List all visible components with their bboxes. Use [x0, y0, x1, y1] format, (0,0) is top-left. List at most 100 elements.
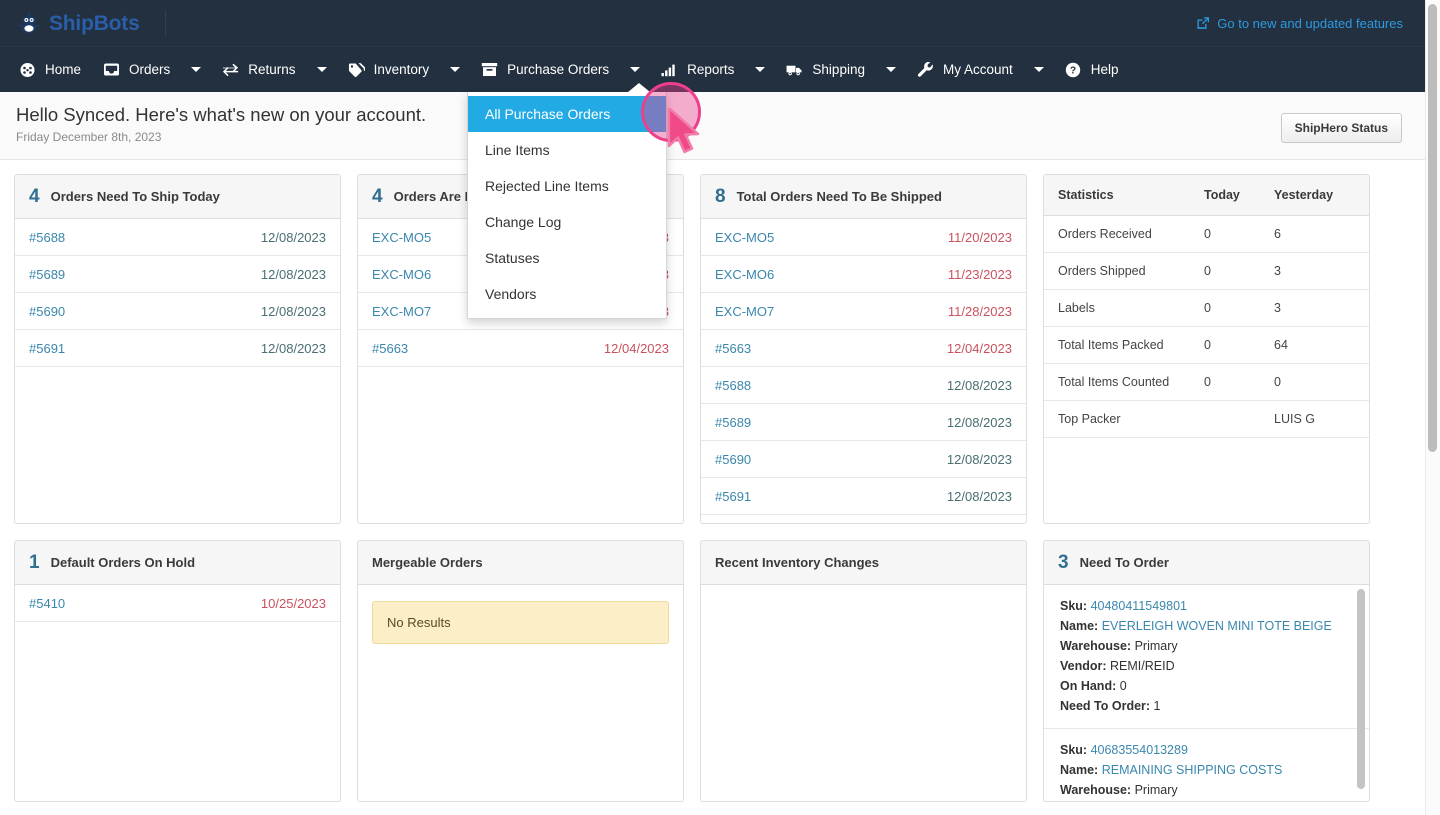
dashboard-grid: 4 Orders Need To Ship Today #5688 12/08/… — [0, 160, 1425, 815]
sku-link[interactable]: 40683554013289 — [1091, 743, 1188, 757]
warehouse-value: Primary — [1134, 783, 1178, 797]
card-orders-need-ship-today: 4 Orders Need To Ship Today #5688 12/08/… — [14, 174, 341, 524]
dropdown-pointer — [628, 83, 650, 92]
nav-label-purchase-orders: Purchase Orders — [507, 62, 610, 77]
nav-item-home[interactable]: Home — [8, 47, 92, 93]
vendor-label: Vendor: — [1060, 659, 1107, 673]
menu-item-all-purchase-orders[interactable]: All Purchase Orders — [468, 96, 666, 132]
card-count: 3 — [1058, 552, 1069, 573]
table-row[interactable]: #5690 12/08/2023 — [15, 293, 340, 330]
table-row[interactable]: #5663 12/04/2023 — [701, 330, 1026, 367]
col-statistics: Statistics — [1058, 188, 1114, 202]
order-date: 12/08/2023 — [946, 488, 1012, 504]
order-link[interactable]: #5663 — [372, 341, 408, 356]
stat-today: 0 — [1204, 338, 1211, 352]
nav-caret-orders[interactable] — [181, 47, 211, 93]
order-date: 11/23/2023 — [947, 266, 1012, 282]
order-link[interactable]: #5688 — [29, 230, 65, 245]
table-row[interactable]: #5689 12/08/2023 — [701, 404, 1026, 441]
table-row[interactable]: #5691 12/08/2023 — [15, 330, 340, 367]
table-row[interactable]: #5691 12/08/2023 — [701, 478, 1026, 515]
order-link[interactable]: #5691 — [29, 341, 65, 356]
stat-label: Labels — [1058, 301, 1095, 315]
nav-caret-shipping[interactable] — [876, 47, 906, 93]
bar-chart-icon — [661, 62, 678, 77]
nav-caret-returns[interactable] — [307, 47, 337, 93]
menu-item-change-log[interactable]: Change Log — [468, 204, 666, 240]
card-need-to-order: 3 Need To Order Sku: 40480411549801 Name… — [1043, 540, 1370, 802]
table-row[interactable]: EXC-MO5 11/20/2023 — [701, 219, 1026, 256]
nav-item-purchase-orders[interactable]: Purchase Orders — [470, 47, 620, 93]
nav-item-help[interactable]: ? Help — [1054, 47, 1130, 93]
order-link[interactable]: #5689 — [29, 267, 65, 282]
table-row[interactable]: EXC-MO6 11/23/2023 — [701, 256, 1026, 293]
stat-label: Total Items Counted — [1058, 375, 1170, 389]
nav-caret-reports[interactable] — [745, 47, 775, 93]
order-link[interactable]: #5663 — [715, 341, 751, 356]
nav-label-help: Help — [1090, 62, 1119, 77]
table-row[interactable]: #5688 12/08/2023 — [701, 367, 1026, 404]
stat-label: Orders Received — [1058, 227, 1152, 241]
nav-label-inventory: Inventory — [373, 62, 430, 77]
order-date: 12/08/2023 — [260, 340, 326, 356]
menu-item-vendors[interactable]: Vendors — [468, 276, 666, 312]
order-link[interactable]: EXC-MO5 — [715, 230, 774, 245]
stat-yesterday: 64 — [1274, 338, 1288, 352]
table-row[interactable]: #5688 12/08/2023 — [15, 219, 340, 256]
logo[interactable]: ShipBots — [0, 10, 166, 36]
no-results-message: No Results — [372, 601, 669, 644]
list-item: Sku: 40480411549801 Name: EVERLEIGH WOVE… — [1044, 585, 1369, 729]
current-date: Friday December 8th, 2023 — [16, 130, 162, 144]
order-link[interactable]: #5410 — [29, 596, 65, 611]
menu-item-line-items[interactable]: Line Items — [468, 132, 666, 168]
order-link[interactable]: EXC-MO7 — [715, 304, 774, 319]
order-link[interactable]: EXC-MO7 — [372, 304, 431, 319]
col-yesterday: Yesterday — [1274, 188, 1334, 202]
table-row[interactable]: #5410 10/25/2023 — [15, 585, 340, 622]
nav-label-my-account: My Account — [942, 62, 1013, 77]
order-link[interactable]: #5690 — [29, 304, 65, 319]
nav-label-returns: Returns — [248, 62, 296, 77]
order-link[interactable]: #5689 — [715, 415, 751, 430]
shiphero-status-button[interactable]: ShipHero Status — [1280, 113, 1402, 143]
table-row[interactable]: #5663 12/04/2023 — [358, 330, 683, 367]
card-title: Mergeable Orders — [372, 555, 483, 570]
nav-item-orders[interactable]: Orders — [92, 47, 181, 93]
order-date: 12/08/2023 — [946, 414, 1012, 430]
card-title: Recent Inventory Changes — [715, 555, 879, 570]
nav-item-my-account[interactable]: My Account — [906, 47, 1024, 93]
order-link[interactable]: EXC-MO5 — [372, 230, 431, 245]
product-link[interactable]: EVERLEIGH WOVEN MINI TOTE BEIGE — [1102, 619, 1332, 633]
menu-item-rejected-line-items[interactable]: Rejected Line Items — [468, 168, 666, 204]
order-link[interactable]: #5688 — [715, 378, 751, 393]
new-features-link[interactable]: Go to new and updated features — [1196, 16, 1425, 31]
sku-link[interactable]: 40480411549801 — [1091, 599, 1187, 613]
nav-item-shipping[interactable]: Shipping — [775, 47, 876, 93]
card-count: 8 — [715, 186, 726, 207]
nav-caret-inventory[interactable] — [440, 47, 470, 93]
order-link[interactable]: #5691 — [715, 489, 751, 504]
nav-caret-my-account[interactable] — [1024, 47, 1054, 93]
order-link[interactable]: #5690 — [715, 452, 751, 467]
warehouse-value: Primary — [1134, 639, 1178, 653]
order-link[interactable]: EXC-MO6 — [715, 267, 774, 282]
panel-scrollbar[interactable] — [1357, 589, 1365, 789]
nav-item-inventory[interactable]: Inventory — [337, 47, 441, 93]
table-row[interactable]: EXC-MO7 11/28/2023 — [701, 293, 1026, 330]
nav-item-returns[interactable]: Returns — [211, 47, 306, 93]
card-header: 8 Total Orders Need To Be Shipped — [701, 175, 1026, 219]
order-date: 12/08/2023 — [946, 377, 1012, 393]
page-scrollbar-track[interactable] — [1425, 0, 1440, 815]
on-hand-value: 0 — [1119, 679, 1127, 693]
stat-yesterday: 0 — [1274, 375, 1281, 389]
order-link[interactable]: EXC-MO6 — [372, 267, 431, 282]
product-link[interactable]: REMAINING SHIPPING COSTS — [1102, 763, 1283, 777]
table-row[interactable]: #5689 12/08/2023 — [15, 256, 340, 293]
menu-item-statuses[interactable]: Statuses — [468, 240, 666, 276]
need-to-order-label: Need To Order: — [1060, 699, 1151, 713]
nav-item-reports[interactable]: Reports — [650, 47, 745, 93]
page-scrollbar-thumb[interactable] — [1428, 4, 1437, 452]
stat-yesterday: LUIS G — [1274, 412, 1315, 426]
table-row[interactable]: #5690 12/08/2023 — [701, 441, 1026, 478]
warehouse-label: Warehouse: — [1060, 639, 1132, 653]
